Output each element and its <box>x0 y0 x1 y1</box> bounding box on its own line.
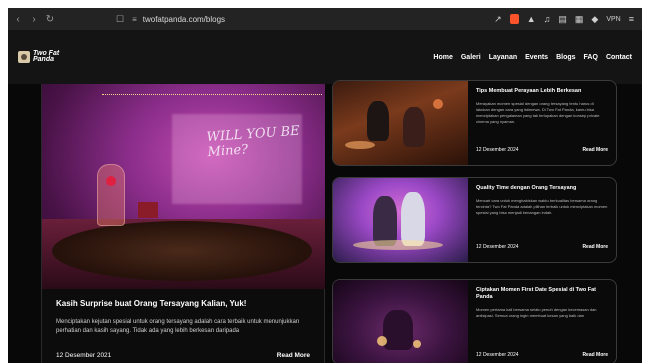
panda-logo-icon <box>18 51 30 63</box>
blog-card-title[interactable]: Quality Time dengan Orang Tersayang <box>476 185 608 192</box>
nav-events[interactable]: Events <box>525 54 548 61</box>
address-bar[interactable]: ≡ twofatpanda.com/blogs <box>132 15 225 24</box>
blog-card-date: 12 Desember 2024 <box>476 352 519 358</box>
read-more-link[interactable]: Read More <box>582 244 608 250</box>
tabs-icon[interactable]: ▦ <box>575 14 584 25</box>
reload-icon[interactable]: ↻ <box>44 14 56 25</box>
blog-card-date: 12 Desember 2024 <box>476 244 519 250</box>
blog-card-image[interactable] <box>333 178 468 262</box>
nav-home[interactable]: Home <box>433 54 452 61</box>
back-icon[interactable]: ‹ <box>12 14 24 25</box>
nav-blogs[interactable]: Blogs <box>556 54 575 61</box>
blog-card-excerpt: Mencari cara untuk menghabiskan waktu be… <box>476 198 608 215</box>
blog-card-date: 12 Desember 2024 <box>476 147 519 153</box>
brave-shields-icon[interactable] <box>509 14 519 24</box>
blog-card[interactable]: Ciptakan Momen First Date Spesial di Two… <box>332 279 617 363</box>
vpn-button[interactable]: VPN <box>606 16 620 23</box>
url-text[interactable]: twofatpanda.com/blogs <box>143 15 225 24</box>
blog-card-excerpt: Momen pertama kali bersama selalu penuh … <box>476 307 597 318</box>
share-icon[interactable]: ↗ <box>494 14 502 25</box>
nav-galeri[interactable]: Galeri <box>461 54 481 61</box>
playlist-icon[interactable]: ♫ <box>544 14 551 24</box>
blog-card-title[interactable]: Ciptakan Momen First Date Spesial di Two… <box>476 287 608 301</box>
site-info-icon[interactable]: ≡ <box>132 15 137 24</box>
blog-card-excerpt: Merayakan momen spesial dengan orang ter… <box>476 101 600 124</box>
menu-icon[interactable]: ≡ <box>629 14 634 24</box>
featured-post-title[interactable]: Kasih Surprise buat Orang Tersayang Kali… <box>56 299 310 308</box>
blog-card-image[interactable] <box>333 280 468 363</box>
sidebar-icon[interactable]: ▤ <box>558 14 567 25</box>
read-more-link[interactable]: Read More <box>582 147 608 153</box>
blog-card[interactable]: Quality Time dengan Orang Tersayang Menc… <box>332 177 617 263</box>
bookmark-icon[interactable]: ☐ <box>116 14 124 25</box>
wallet-icon[interactable]: ◆ <box>591 14 598 25</box>
featured-post-date: 12 Desember 2021 <box>56 352 112 359</box>
nav-faq[interactable]: FAQ <box>584 54 598 61</box>
rewards-icon[interactable]: ▲ <box>527 14 536 24</box>
forward-icon[interactable]: › <box>28 14 40 25</box>
logo-line-2: Panda <box>33 56 55 63</box>
blog-card-title[interactable]: Tips Membuat Perayaan Lebih Berkesan <box>476 88 608 95</box>
nav-contact[interactable]: Contact <box>606 54 632 61</box>
browser-toolbar: ‹ › ↻ ☐ ≡ twofatpanda.com/blogs ↗ ▲ ♫ ▤ … <box>8 8 642 30</box>
blog-card-image[interactable] <box>333 81 468 165</box>
featured-read-more-link[interactable]: Read More <box>277 352 310 359</box>
nav-layanan[interactable]: Layanan <box>489 54 517 61</box>
featured-post-image[interactable]: WILL YOU BE Mine? <box>42 84 325 289</box>
main-nav: Home Galeri Layanan Events Blogs FAQ Con… <box>433 54 632 61</box>
webpage: Two Fat Panda Home Galeri Layanan Events… <box>8 30 642 363</box>
site-header: Two Fat Panda Home Galeri Layanan Events… <box>8 30 642 84</box>
blog-card[interactable]: Tips Membuat Perayaan Lebih Berkesan Mer… <box>332 80 617 166</box>
featured-post-card[interactable]: WILL YOU BE Mine? Kasih Surprise buat Or… <box>41 84 325 363</box>
site-logo[interactable]: Two Fat Panda <box>18 50 59 63</box>
featured-post-excerpt: Menciptakan kejutan spesial untuk orang … <box>56 319 300 334</box>
read-more-link[interactable]: Read More <box>582 352 608 358</box>
